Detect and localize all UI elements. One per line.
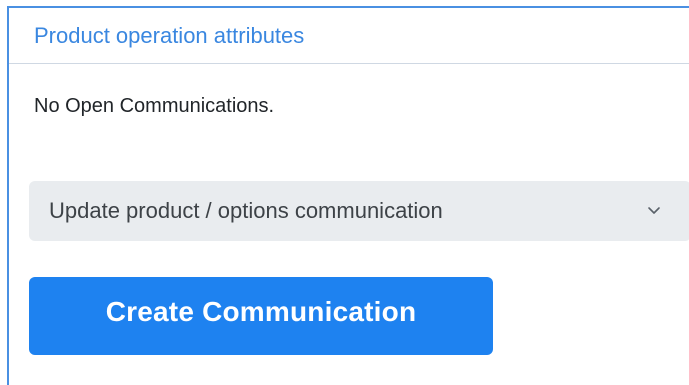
create-communication-button[interactable]: Create Communication: [29, 277, 493, 355]
create-communication-button-label: Create Communication: [105, 296, 417, 327]
product-operation-panel: Product operation attributes No Open Com…: [7, 6, 689, 385]
empty-communications-message: No Open Communications.: [34, 95, 275, 117]
chevron-down-icon: [646, 202, 662, 218]
communication-type-selected-value: Update product / options communication: [49, 198, 443, 223]
panel-title: Product operation attributes: [34, 23, 305, 48]
panel-header: Product operation attributes: [9, 8, 689, 64]
communication-type-select[interactable]: Update product / options communication: [29, 181, 689, 241]
